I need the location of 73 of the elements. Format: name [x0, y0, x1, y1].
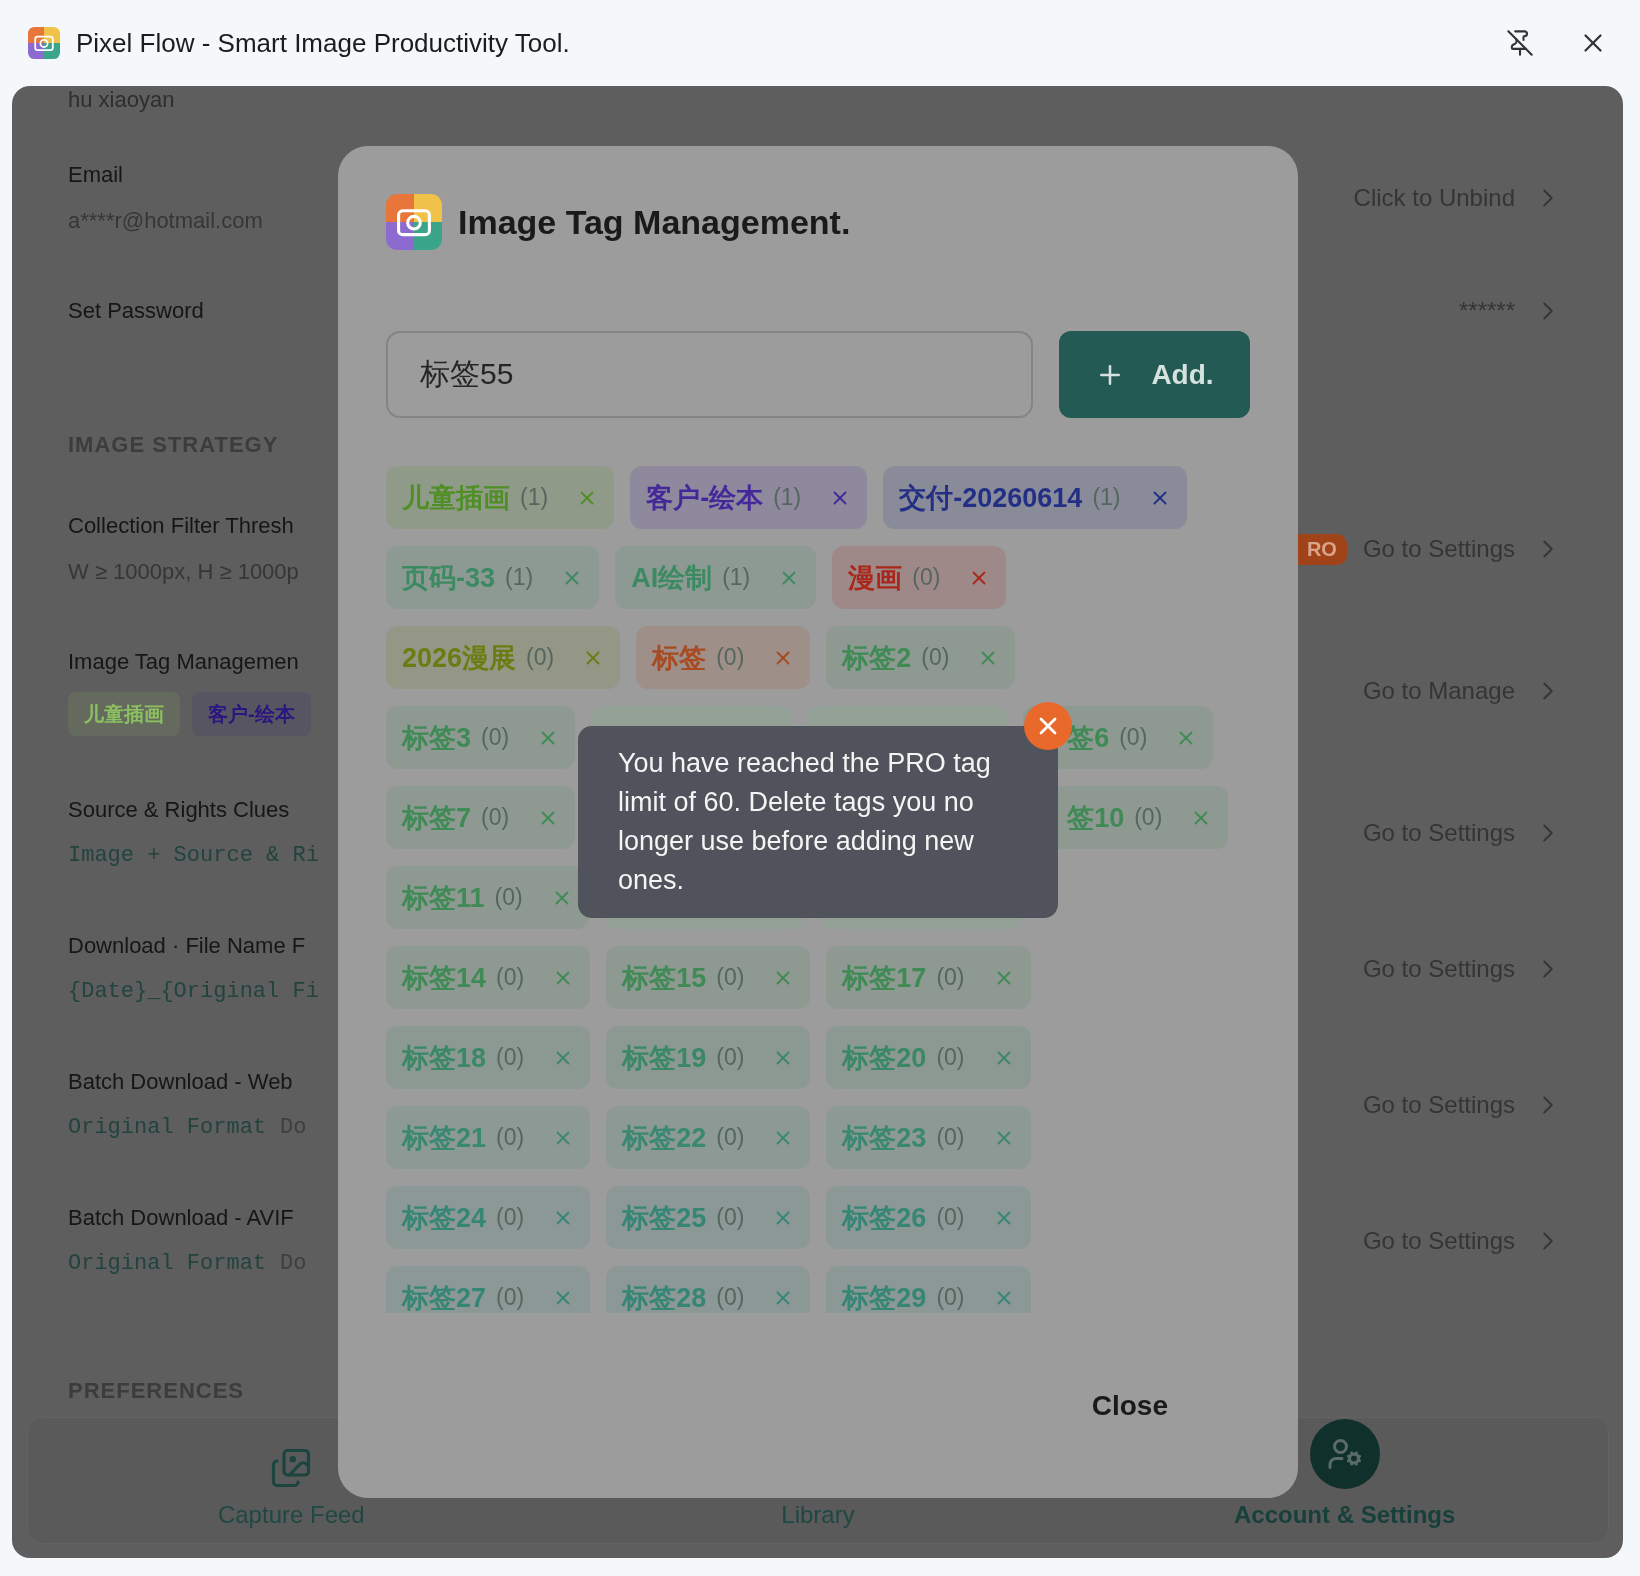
setting-label: Batch Download - AVIF [68, 1204, 295, 1232]
dialog-title: Image Tag Management. [458, 202, 851, 242]
setting-value: Original Format [68, 1114, 267, 1142]
setting-label: Set Password [68, 297, 204, 325]
setting-label: Batch Download - Web [68, 1068, 294, 1096]
tag-count: (0) [912, 564, 941, 591]
tag-label: 标签23 [842, 1121, 927, 1155]
tag-count: (1) [773, 484, 802, 511]
tag-label: 标签14 [402, 961, 487, 995]
pro-badge: RO [1296, 533, 1347, 565]
user-gear-icon [1326, 1436, 1363, 1472]
tag-label: 2026漫展 [402, 641, 517, 675]
app-logo-icon [28, 27, 60, 59]
setting-label: Image Tag Managemen [68, 648, 300, 676]
tag-count: (0) [494, 884, 523, 911]
tag-label: 标签7 [402, 801, 472, 835]
tag-count: (0) [526, 644, 555, 671]
tag-label: 标签24 [402, 1201, 487, 1235]
tag-count: (0) [716, 644, 745, 671]
tooltip-message: You have reached the PRO tag limit of 60. Delete tags you no longer use before adding new ones. [618, 748, 991, 895]
tag-count: (1) [1092, 484, 1121, 511]
tag-label: 签6 [1067, 721, 1110, 755]
tag-label: 漫画 [848, 561, 903, 595]
tag-label: 页码-33 [402, 561, 496, 595]
tag-count: (0) [496, 964, 525, 991]
tag-count: (0) [1119, 724, 1148, 751]
tag-label: 标签28 [622, 1281, 707, 1313]
tag-count: (1) [505, 564, 534, 591]
tag-label: 标签25 [622, 1201, 707, 1235]
app-logo-icon [386, 194, 442, 250]
nav-tab[interactable]: Capture Feed [28, 1418, 555, 1543]
pin-off-icon [1506, 29, 1534, 57]
tag-count: (0) [921, 644, 950, 671]
tag-input-field[interactable]: 标签55 [386, 331, 1033, 418]
tag-label: 标签11 [402, 881, 485, 915]
tag-label: 签10 [1067, 801, 1125, 835]
setting-value: Image + Source & Ri [68, 842, 319, 870]
tag-chip: 儿童插画 [68, 692, 180, 736]
tag-label: 儿童插画 [402, 481, 510, 515]
tag-count: (0) [716, 964, 745, 991]
tag-label: 标签29 [842, 1281, 927, 1313]
tag-count: (0) [481, 804, 510, 831]
tag-label: 标签15 [622, 961, 707, 995]
tag-label: 交付-20260614 [899, 481, 1083, 515]
tag-label: 标签27 [402, 1281, 487, 1313]
tag-label: 标签21 [402, 1121, 487, 1155]
tag-count: (1) [722, 564, 751, 591]
setting-label: Download · File Name F [68, 932, 307, 960]
tag-label: 标签20 [842, 1041, 927, 1075]
tag-chip: 客户-绘本 [192, 692, 311, 736]
setting-label: Email [68, 161, 124, 189]
setting-action-link[interactable]: ****** [1458, 296, 1563, 326]
add-button[interactable]: Add. [1059, 331, 1250, 418]
tag-label: AI绘制 [631, 561, 713, 595]
tag-label: 标签3 [402, 721, 472, 755]
tag-label: 标签18 [402, 1041, 487, 1075]
picture-icon [270, 1447, 313, 1489]
tag-label: 标签19 [622, 1041, 707, 1075]
tag-label: 客户-绘本 [646, 481, 764, 515]
tag-count: (1) [520, 484, 549, 511]
setting-label: Collection Filter Thresh [68, 512, 295, 540]
tag-label: 标签22 [622, 1121, 707, 1155]
tag-label: 标签17 [842, 961, 927, 995]
tag-count: (0) [936, 964, 965, 991]
window-title: Pixel Flow - Smart Image Productivity Tool. [76, 27, 571, 59]
tag-count: (0) [481, 724, 510, 751]
tag-label: 标签26 [842, 1201, 927, 1235]
setting-value: {Date}_{Original Fi [68, 978, 319, 1006]
tag-label: 标签2 [842, 641, 912, 675]
tag-count: (0) [1134, 804, 1163, 831]
setting-label: Source & Rights Clues [68, 796, 291, 824]
tag-label: 标签 [652, 641, 707, 675]
setting-value: Original Format [68, 1250, 267, 1278]
